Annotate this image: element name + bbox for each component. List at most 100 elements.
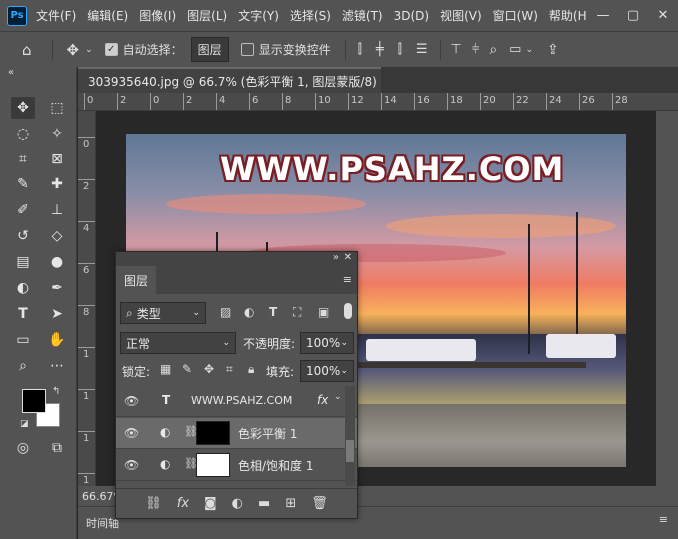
align-center-icon[interactable]: ╪ [376, 42, 384, 57]
fx-icon[interactable]: fx [317, 393, 328, 407]
minimize-button[interactable]: — [588, 8, 618, 23]
panel-titlebar[interactable]: » ✕ [116, 252, 357, 266]
home-icon[interactable]: ⌂ [22, 41, 32, 59]
show-transform-checkbox[interactable] [240, 43, 254, 56]
menu-select[interactable]: 选择(S) [290, 7, 331, 24]
frame-tool-icon[interactable]: ⊠ [45, 148, 69, 170]
screen-mode-icon[interactable]: ⧉ [45, 437, 69, 459]
layers-scrollbar[interactable] [345, 386, 355, 486]
dodge-tool-icon[interactable]: ◐ [11, 277, 35, 299]
default-colors-icon[interactable]: ◪ [20, 419, 29, 429]
adjustment-filter-icon[interactable]: ◐ [244, 305, 254, 319]
close-window-button[interactable]: ✕ [648, 8, 678, 23]
lasso-tool-icon[interactable]: ◌ [11, 123, 35, 145]
hand-tool-icon[interactable]: ✋ [45, 329, 69, 351]
layer-name[interactable]: 色相/饱和度 1 [238, 457, 314, 474]
eye-icon[interactable]: 👁︎ [124, 458, 139, 472]
zoom-tool-icon[interactable]: ⌕ [11, 355, 35, 377]
menu-help[interactable]: 帮助(H [549, 7, 587, 24]
align-left-icon[interactable]: ⫿ [358, 42, 362, 57]
pen-tool-icon[interactable]: ✒ [45, 277, 69, 299]
marquee-tool-icon[interactable]: ⬚ [45, 97, 69, 119]
delete-layer-icon[interactable]: 🗑︎ [311, 496, 328, 511]
document-tab[interactable]: 303935640.jpg @ 66.7% (色彩平衡 1, 图层蒙版/8) *… [78, 67, 405, 93]
pixel-filter-icon[interactable]: ▨ [220, 305, 231, 319]
align-top-icon[interactable]: ⊤ [451, 42, 462, 57]
menu-image[interactable]: 图像(I) [139, 7, 176, 24]
menu-view[interactable]: 视图(V) [440, 7, 482, 24]
panel-menu-icon[interactable]: ≡ [659, 513, 668, 526]
share-icon[interactable]: ⇪ [547, 42, 559, 58]
lock-transparency-icon[interactable]: ▦ [160, 362, 171, 376]
foreground-color-swatch[interactable] [22, 389, 46, 413]
auto-select-checkbox[interactable]: ✓ [104, 43, 118, 56]
lock-artboard-icon[interactable]: ⌗ [226, 362, 233, 377]
swap-colors-icon[interactable]: ↰ [52, 386, 60, 397]
layer-filter-dropdown[interactable]: ⌕ 类型 ⌄ [120, 302, 206, 324]
quick-mask-icon[interactable]: ◎ [11, 437, 35, 459]
menu-3d[interactable]: 3D(D) [394, 9, 429, 23]
gradient-tool-icon[interactable]: ▤ [11, 251, 35, 273]
move-tool-icon[interactable]: ✥ [11, 97, 35, 119]
lock-pixels-icon[interactable]: ✎ [182, 362, 192, 376]
chevron-down-icon[interactable]: ⌄ [525, 45, 533, 55]
menu-layer[interactable]: 图层(L) [187, 7, 227, 24]
tab-layers[interactable]: 图层 [116, 266, 157, 294]
brush-tool-icon[interactable]: ✐ [11, 199, 35, 221]
layer-row[interactable]: 👁︎ ◐ ⛓︎ 色相/饱和度 1 [116, 450, 357, 481]
chevron-down-icon[interactable]: ⌄ [85, 45, 93, 55]
align-right-icon[interactable]: ⫿ [398, 42, 402, 57]
vertical-scrollbar[interactable] [656, 111, 678, 486]
collapse-icon[interactable]: « [8, 67, 14, 78]
layer-mask-thumbnail[interactable] [196, 421, 230, 445]
blur-tool-icon[interactable]: ● [45, 251, 69, 273]
layer-name[interactable]: 色彩平衡 1 [238, 425, 297, 442]
lock-position-icon[interactable]: ✥ [204, 362, 214, 376]
fill-input[interactable]: 100% ⌄ [300, 360, 354, 382]
layer-mask-thumbnail[interactable] [196, 453, 230, 477]
type-tool-icon[interactable]: T [11, 303, 35, 325]
new-layer-icon[interactable]: ⊞ [285, 496, 296, 511]
layer-row[interactable]: 👁︎ ◐ ⛓︎ 色彩平衡 1 [116, 418, 357, 449]
shape-filter-icon[interactable]: ⛶ [293, 305, 301, 320]
menu-edit[interactable]: 编辑(E) [87, 7, 128, 24]
lock-all-icon[interactable]: 🔒︎ [248, 362, 254, 377]
opacity-input[interactable]: 100% ⌄ [300, 332, 354, 354]
add-mask-icon[interactable]: ◙ [204, 496, 217, 511]
menu-filter[interactable]: 滤镜(T) [342, 7, 383, 24]
auto-select-target-dropdown[interactable]: 图层 [190, 37, 229, 62]
link-layers-icon[interactable]: ⛓︎ [145, 496, 162, 511]
maximize-button[interactable]: ▢ [618, 8, 648, 23]
layer-name[interactable]: WWW.PSAHZ.COM [191, 394, 292, 407]
move-tool-icon[interactable]: ✥ [67, 41, 80, 59]
search-icon[interactable]: ⌕ [489, 42, 497, 58]
menu-file[interactable]: 文件(F) [36, 7, 76, 24]
chevron-down-icon[interactable]: ⌄ [334, 392, 342, 402]
new-adjustment-icon[interactable]: ◐ [232, 496, 243, 511]
panel-menu-icon[interactable]: ≡ [343, 273, 352, 286]
more-tools-icon[interactable]: ⋯ [45, 355, 69, 377]
layers-scroll-thumb[interactable] [346, 440, 354, 462]
path-selection-tool-icon[interactable]: ➤ [45, 303, 69, 325]
rectangle-tool-icon[interactable]: ▭ [11, 329, 35, 351]
filter-toggle-icon[interactable] [344, 303, 352, 319]
new-group-icon[interactable]: ▬ [258, 496, 270, 511]
stamp-tool-icon[interactable]: ⊥ [45, 199, 69, 221]
history-brush-tool-icon[interactable]: ↺ [11, 225, 35, 247]
layer-row[interactable]: 👁︎ T WWW.PSAHZ.COM fx ⌄ [116, 386, 357, 417]
align-middle-icon[interactable]: ⫩ [472, 42, 479, 57]
eye-icon[interactable]: 👁︎ [124, 426, 139, 440]
blend-mode-dropdown[interactable]: 正常 ⌄ [120, 332, 236, 354]
type-filter-icon[interactable]: T [269, 305, 277, 319]
menu-window[interactable]: 窗口(W) [493, 7, 538, 24]
smart-object-filter-icon[interactable]: ▣ [318, 305, 329, 319]
collapse-panel-icon[interactable]: » [333, 252, 339, 263]
eye-icon[interactable]: 👁︎ [124, 394, 139, 408]
menu-type[interactable]: 文字(Y) [238, 7, 279, 24]
workspace-icon[interactable]: ▭ [509, 42, 521, 57]
healing-brush-tool-icon[interactable]: ✚ [45, 173, 69, 195]
close-panel-icon[interactable]: ✕ [344, 252, 352, 263]
crop-tool-icon[interactable]: ⌗ [11, 148, 35, 170]
eyedropper-tool-icon[interactable]: ✎ [11, 173, 35, 195]
add-style-icon[interactable]: fx [177, 496, 189, 511]
